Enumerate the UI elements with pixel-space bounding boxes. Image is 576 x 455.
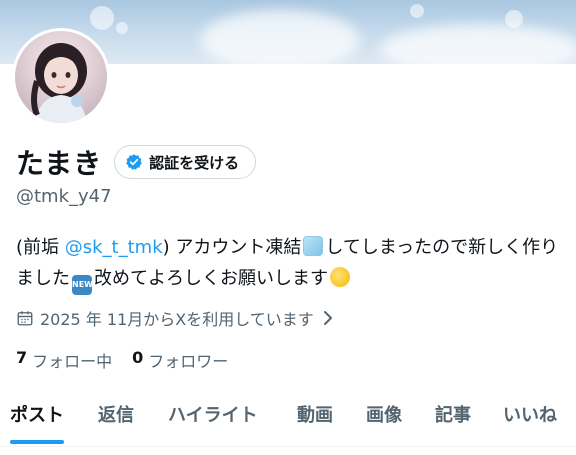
followers-label: フォロワー bbox=[148, 352, 229, 371]
following-label: フォロー中 bbox=[32, 352, 113, 371]
verified-badge-icon bbox=[126, 154, 143, 170]
tab-replies[interactable]: 返信 bbox=[98, 390, 134, 438]
tab-label: ポスト bbox=[10, 405, 64, 426]
avatar[interactable] bbox=[12, 28, 110, 126]
banner-bubble bbox=[90, 6, 114, 30]
chevron-right-icon bbox=[323, 311, 332, 325]
bio-text: 改めてよろしくお願いします bbox=[94, 268, 328, 289]
tab-label: ハイライト bbox=[168, 405, 258, 426]
tabs-divider bbox=[0, 446, 576, 447]
bio-mention-link[interactable]: @sk_t_tmk bbox=[65, 237, 163, 258]
calendar-icon bbox=[17, 311, 33, 326]
bio-text: ) アカウント凍結 bbox=[162, 237, 302, 258]
display-name: たまき bbox=[16, 147, 103, 180]
profile-bio: (前垢 @sk_t_tmk) アカウント凍結 してしまったので新しく作りました NE… bbox=[16, 232, 566, 295]
ice-cube-icon bbox=[303, 236, 324, 256]
followers-link[interactable]: 0 フォロワー bbox=[132, 348, 228, 372]
follow-stats: 7 フォロー中 0 フォロワー bbox=[16, 348, 248, 372]
bio-text: (前垢 bbox=[16, 237, 65, 258]
avatar-image bbox=[15, 31, 107, 123]
crying-face-icon bbox=[330, 267, 350, 287]
joined-date[interactable]: 2025 年 11月からXを利用しています bbox=[16, 306, 340, 330]
following-link[interactable]: 7 フォロー中 bbox=[16, 348, 112, 372]
user-handle: @tmk_y47 bbox=[16, 186, 112, 207]
tab-label: 記事 bbox=[435, 405, 471, 426]
tab-likes[interactable]: いいね bbox=[503, 390, 557, 438]
banner-bubble bbox=[410, 4, 424, 18]
banner-bubble bbox=[505, 10, 523, 28]
name-row: たまき 認証を受ける bbox=[16, 142, 257, 182]
tab-label: いいね bbox=[503, 405, 557, 426]
banner-cloud bbox=[200, 10, 360, 64]
tab-label: 画像 bbox=[366, 405, 402, 426]
tab-articles[interactable]: 記事 bbox=[435, 390, 471, 438]
followers-count: 0 bbox=[132, 348, 144, 367]
active-tab-indicator bbox=[10, 440, 64, 444]
tab-posts[interactable]: ポスト bbox=[10, 390, 64, 444]
joined-text: 2025 年 11月からXを利用しています bbox=[40, 310, 314, 329]
banner-bubble bbox=[116, 22, 128, 34]
profile-tabs: ポスト 返信 ハイライト 動画 画像 記事 いいね bbox=[0, 390, 576, 446]
tab-label: 返信 bbox=[98, 405, 134, 426]
get-verified-button[interactable]: 認証を受ける bbox=[114, 145, 257, 179]
tab-images[interactable]: 画像 bbox=[366, 390, 402, 438]
tab-videos[interactable]: 動画 bbox=[297, 390, 333, 438]
get-verified-label: 認証を受ける bbox=[149, 153, 240, 172]
banner-cloud bbox=[380, 24, 576, 64]
tab-label: 動画 bbox=[297, 405, 333, 426]
following-count: 7 bbox=[16, 348, 28, 367]
new-button-icon: NEW bbox=[72, 275, 93, 295]
tab-highlights[interactable]: ハイライト bbox=[168, 390, 258, 438]
avatar-portrait bbox=[31, 43, 87, 123]
